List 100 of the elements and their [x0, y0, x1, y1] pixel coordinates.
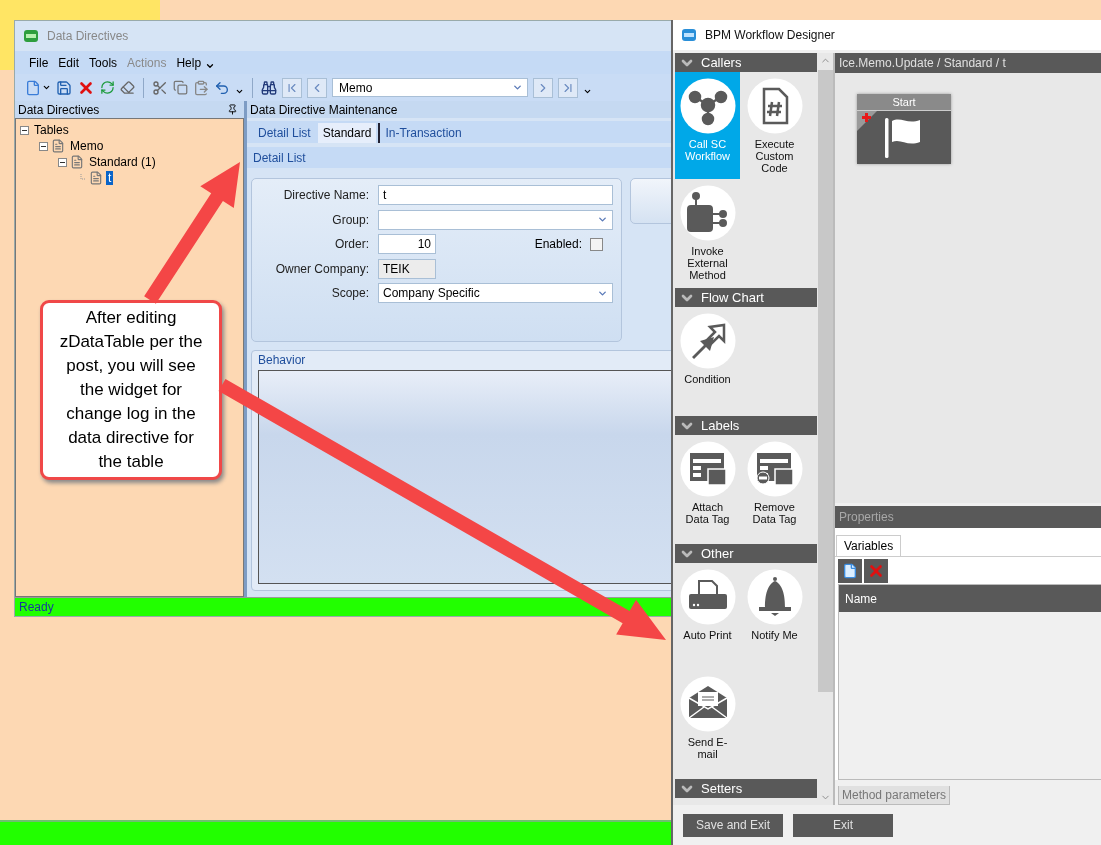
tab[interactable]: Variables: [836, 535, 902, 556]
palette-label: Notify Me: [750, 629, 799, 641]
menu-item[interactable]: File: [29, 55, 49, 70]
previous-record-button[interactable]: [307, 77, 327, 98]
cut-icon[interactable]: [152, 79, 168, 96]
field-label: Group:: [331, 211, 369, 229]
delete-icon: [867, 562, 885, 580]
field-label: Owner Company:: [274, 260, 369, 278]
new-document-icon: [842, 563, 858, 579]
dropdown-icon[interactable]: [42, 83, 51, 92]
section-header[interactable]: Setters: [675, 779, 817, 798]
palette-item[interactable]: Attach Data Tag: [675, 435, 740, 542]
last-record-button[interactable]: [558, 77, 578, 98]
document-icon: [70, 155, 84, 169]
palette-label: Auto Print: [682, 629, 733, 641]
collapse-icon[interactable]: [20, 125, 29, 135]
dropdown-icon[interactable]: [583, 87, 592, 96]
first-record-button[interactable]: [282, 77, 302, 98]
paste-icon[interactable]: [193, 79, 209, 96]
tab[interactable]: Method parameters: [838, 786, 951, 805]
app-icon: [23, 29, 39, 43]
menu-item[interactable]: Edit: [58, 55, 80, 70]
palette-item[interactable]: Remove Data Tag: [742, 435, 807, 542]
save-and-exit-button[interactable]: Save and Exit: [683, 813, 783, 837]
palette-item[interactable]: Auto Print: [675, 563, 740, 670]
record-dropdown[interactable]: Memo: [332, 78, 528, 97]
palette-item[interactable]: Condition: [675, 307, 740, 414]
new-variable-button[interactable]: [838, 559, 862, 583]
checkbox-label: Enabled:: [534, 237, 582, 251]
copy-icon[interactable]: [173, 80, 188, 95]
palette-label: Invoke External Method: [686, 245, 729, 281]
properties-title: Properties: [839, 510, 894, 524]
palette-label: Call SC Workflow: [684, 138, 731, 162]
search-icon[interactable]: [261, 79, 277, 96]
palette-label: Send E-mail: [686, 736, 729, 760]
save-icon[interactable]: [56, 79, 72, 96]
window-title: BPM Workflow Designer: [705, 28, 835, 42]
section-header[interactable]: Other: [675, 544, 817, 563]
palette-item[interactable]: Notify Me: [742, 563, 807, 670]
notify-symbol-icon: [746, 569, 803, 625]
dropdown-icon[interactable]: [235, 87, 244, 96]
panel-title: Data Directives: [18, 102, 100, 117]
palette-label: Execute Custom Code: [753, 138, 796, 174]
section-header[interactable]: Callers: [675, 53, 817, 72]
scroll-thumb[interactable]: [817, 70, 833, 692]
tab[interactable]: In-Transaction: [378, 123, 467, 143]
document-icon: [89, 171, 103, 185]
caret-icon: [512, 82, 523, 93]
palette-label: Attach Data Tag: [684, 501, 731, 525]
palette-item[interactable]: Send E-mail: [675, 670, 740, 777]
tree-item[interactable]: t: [106, 171, 114, 185]
condition-symbol-icon: [679, 313, 736, 369]
workflow-symbol-icon: [679, 78, 736, 134]
refresh-icon[interactable]: [100, 80, 115, 95]
tree-line-icon: [77, 173, 86, 183]
exit-button[interactable]: Exit: [793, 813, 893, 837]
section-title: Callers: [701, 55, 742, 70]
tree-item[interactable]: Memo: [68, 139, 106, 153]
text-field[interactable]: t: [378, 185, 613, 205]
palette-item[interactable]: Invoke External Method: [675, 179, 740, 286]
document-icon: [51, 139, 65, 153]
tab[interactable]: Detail List: [253, 150, 306, 165]
menu-item[interactable]: Tools: [89, 55, 118, 70]
column-header: Name: [845, 591, 877, 606]
dropdown-field[interactable]: Company Specific: [378, 283, 613, 303]
collapse-icon[interactable]: [58, 157, 67, 167]
undo-icon[interactable]: [214, 79, 230, 96]
callout-text: After editing zDataTable per the post, you will see the widget for change log in the data directive for the table: [58, 307, 204, 473]
group-title: Behavior: [258, 353, 307, 367]
next-record-button[interactable]: [533, 77, 553, 98]
remove-symbol-icon: [746, 441, 803, 497]
dropdown-field[interactable]: [378, 209, 613, 230]
section-title: Other: [701, 546, 734, 561]
section-header[interactable]: Flow Chart: [675, 288, 817, 307]
section-title: Setters: [701, 781, 743, 796]
attach-symbol-icon: [679, 441, 736, 497]
status-text: Ready: [19, 600, 54, 614]
window-title: Data Directives: [47, 29, 129, 43]
field-label: Directive Name:: [282, 187, 369, 204]
menu-item[interactable]: Help: [176, 55, 202, 70]
palette-item[interactable]: Execute Custom Code: [742, 72, 807, 179]
scrollbar[interactable]: [817, 53, 833, 805]
tab[interactable]: Standard: [317, 123, 377, 143]
checkbox[interactable]: [590, 237, 603, 251]
number-field[interactable]: 10: [378, 234, 436, 254]
pin-icon[interactable]: [227, 104, 238, 115]
tree-item[interactable]: Tables: [32, 123, 71, 137]
tab[interactable]: Detail List: [253, 123, 316, 143]
section-header[interactable]: Labels: [675, 416, 817, 435]
field-label: Order:: [334, 236, 369, 253]
collapse-icon[interactable]: [39, 141, 48, 151]
print-symbol-icon: [679, 569, 736, 625]
dropdown-value: Memo: [339, 80, 373, 95]
field-label: Scope:: [330, 285, 369, 302]
tree-item[interactable]: Standard (1): [87, 155, 158, 169]
palette-label: Condition: [683, 373, 732, 385]
code-symbol-icon: [746, 78, 803, 134]
section-title: Labels: [701, 418, 740, 433]
breadcrumb: Ice.Memo.Update / Standard / t: [839, 56, 1006, 70]
eraser-icon[interactable]: [120, 80, 135, 95]
